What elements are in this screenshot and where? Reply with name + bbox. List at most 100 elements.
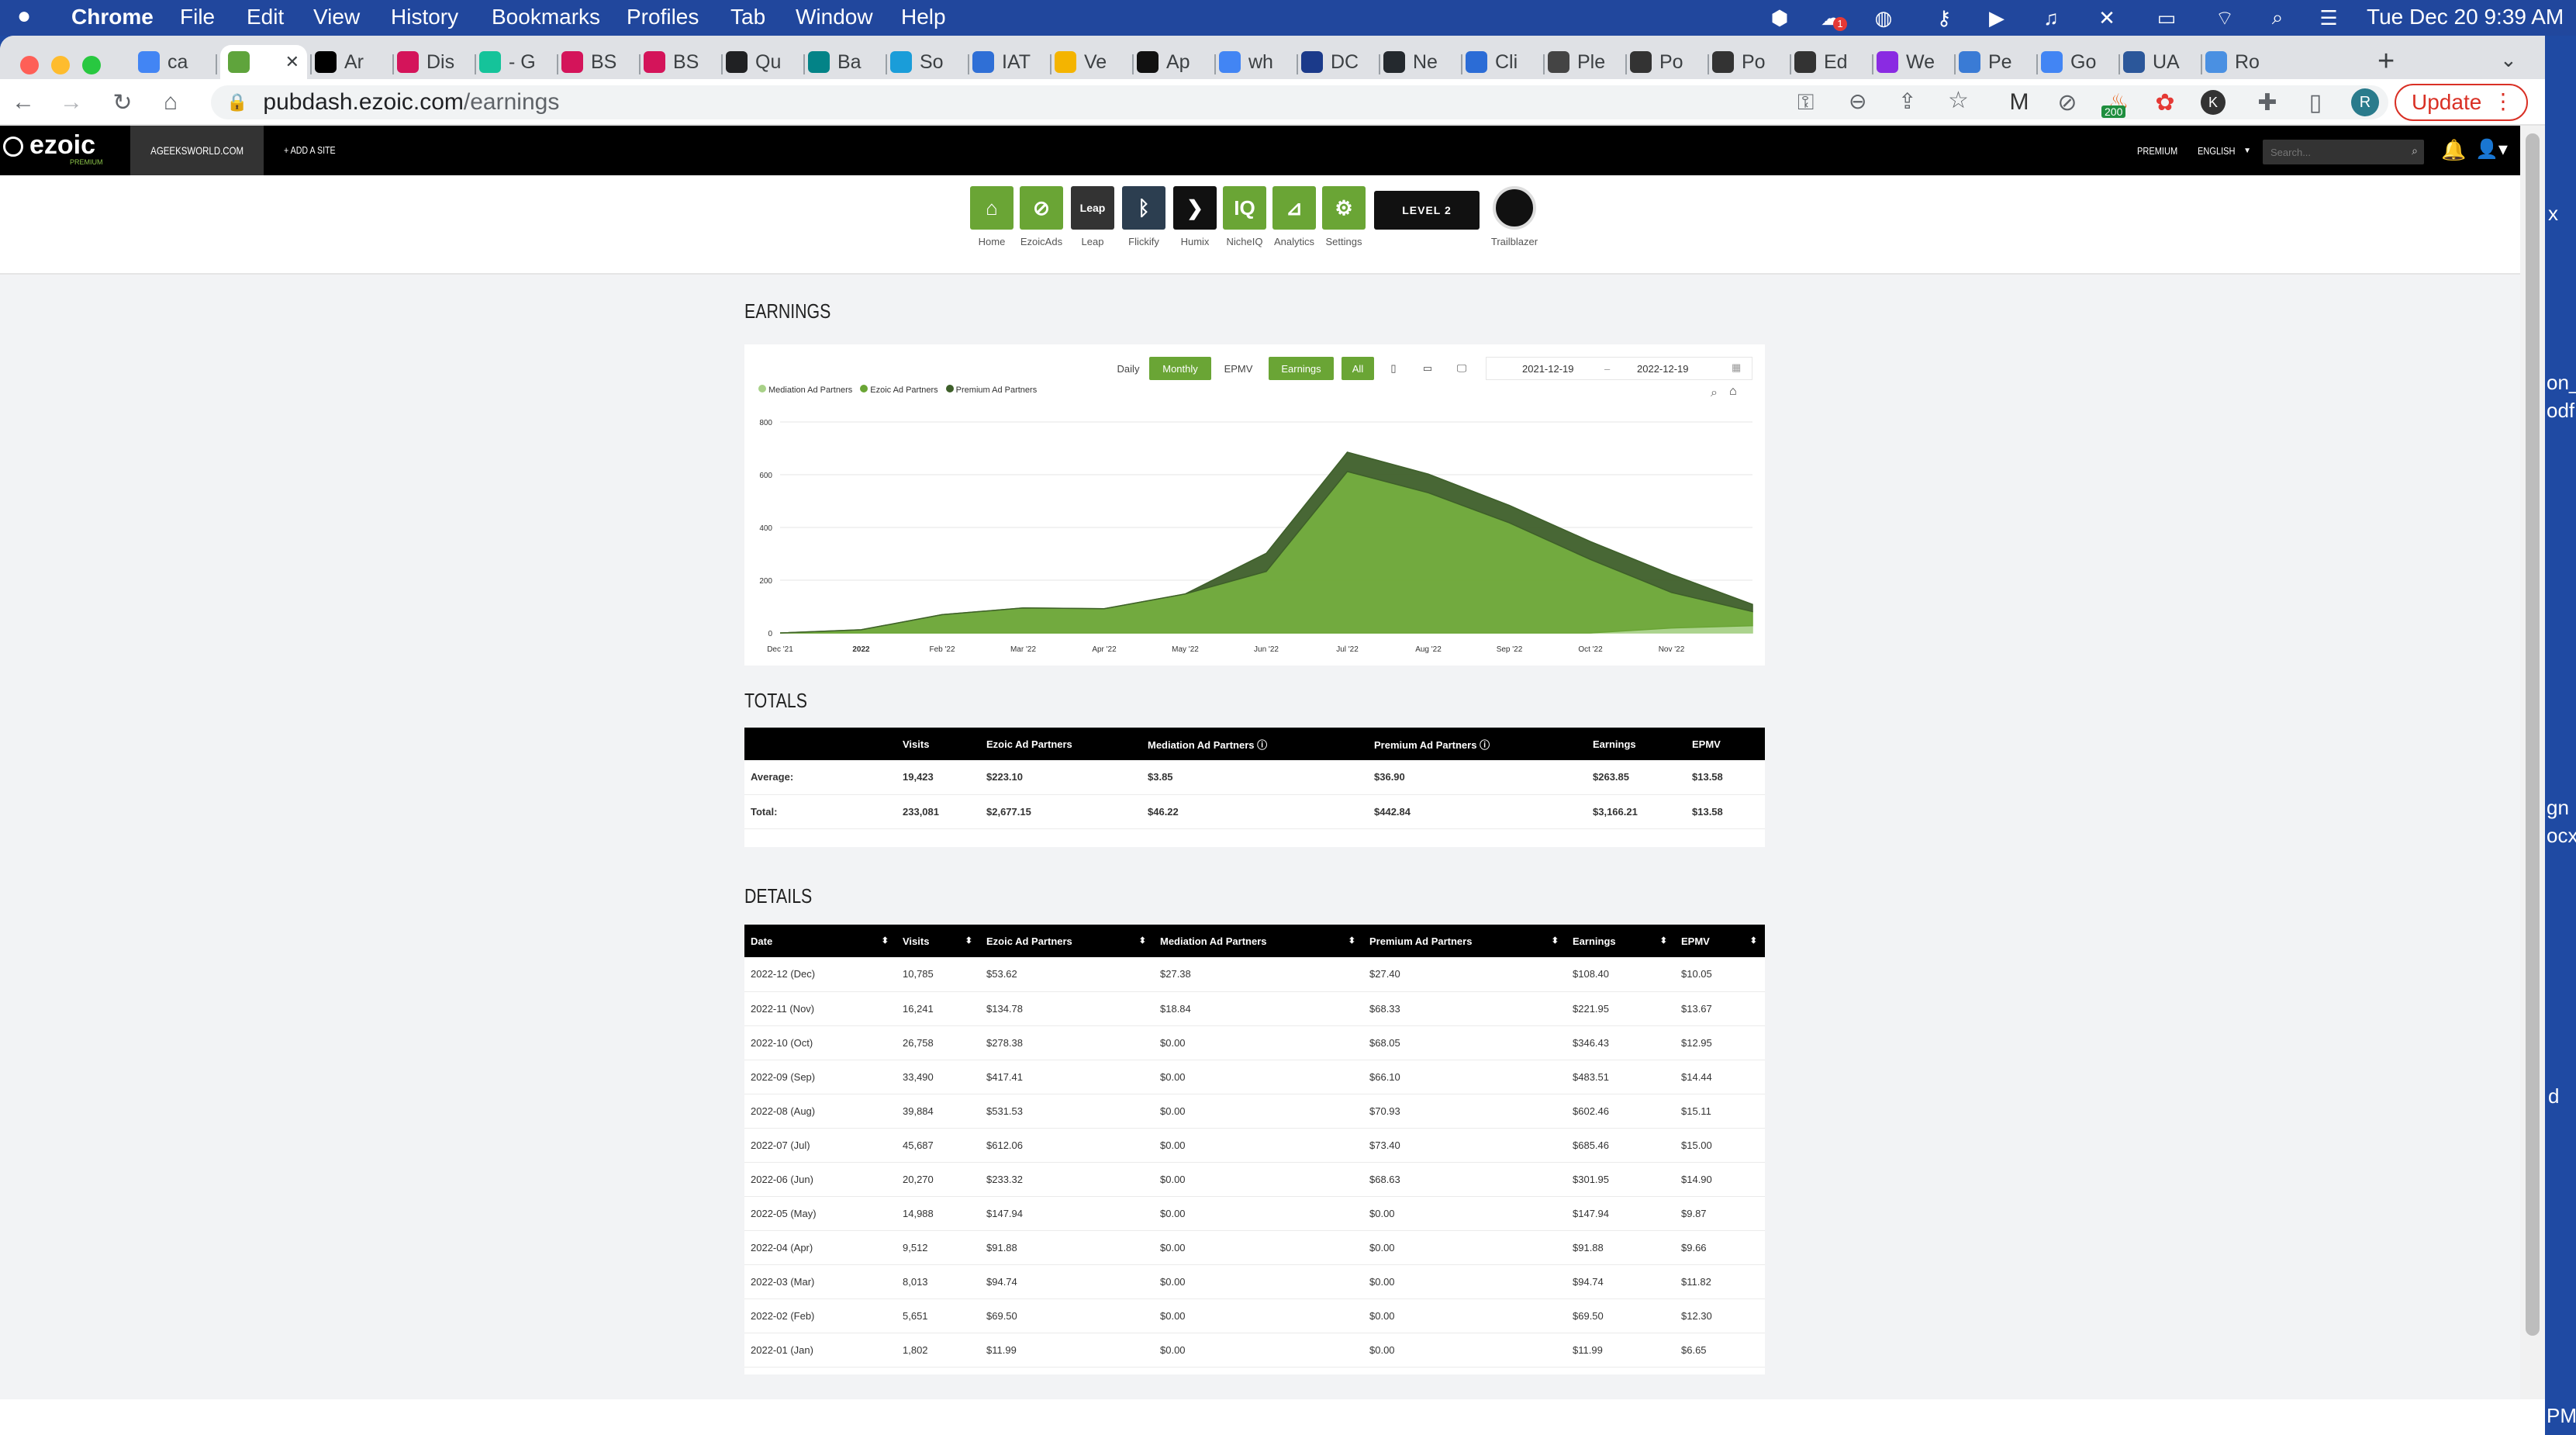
share-icon[interactable]: ⇪ (1898, 88, 1916, 114)
add-site-link[interactable]: + ADD A SITE (284, 144, 336, 156)
search-input[interactable] (2263, 140, 2402, 164)
tab[interactable]: BS (561, 45, 636, 79)
menu-profiles[interactable]: Profiles (627, 5, 699, 29)
tab-search-chevron-icon[interactable]: ⌄ (2500, 48, 2517, 72)
tab[interactable]: Qu (726, 45, 800, 79)
page-scrollbar[interactable] (2520, 126, 2545, 1399)
level-badge[interactable]: LEVEL 2 (1374, 191, 1480, 230)
details-col-header[interactable]: Ezoic Ad Partners ⬍ (980, 925, 1154, 957)
tab[interactable]: Go (2041, 45, 2115, 79)
more-menu-icon[interactable]: ⋮ (2492, 88, 2514, 114)
tab[interactable]: Ple (1548, 45, 1622, 79)
menu-tab[interactable]: Tab (730, 5, 765, 29)
wifi-icon[interactable]: ⌔ (2212, 5, 2238, 31)
menu-file[interactable]: File (180, 5, 215, 29)
tab[interactable]: Ba (808, 45, 882, 79)
details-col-header[interactable]: Earnings ⬍ (1566, 925, 1675, 957)
app-leap[interactable]: Leap Leap (1069, 186, 1117, 247)
tab[interactable]: IAT (972, 45, 1047, 79)
menu-help[interactable]: Help (901, 5, 946, 29)
tab[interactable]: So (890, 45, 965, 79)
menu-window[interactable]: Window (796, 5, 873, 29)
sort-icon[interactable]: ⬍ (1552, 935, 1559, 946)
extensions-puzzle-icon[interactable]: ✚ (2252, 87, 2283, 118)
details-col-header[interactable]: EPMV ⬍ (1675, 925, 1765, 957)
bookmark-star-icon[interactable]: ☆ (1948, 87, 1969, 114)
tab-close-icon[interactable]: ✕ (285, 52, 299, 72)
details-col-header[interactable]: Premium Ad Partners ⬍ (1363, 925, 1566, 957)
tab[interactable]: Cli (1466, 45, 1540, 79)
search-icon[interactable]: ⌕ (2412, 144, 2418, 157)
mail-extension-icon[interactable]: M (2004, 87, 2035, 118)
app-flickify[interactable]: ᛒ Flickify (1120, 186, 1168, 247)
tab[interactable]: Ne (1383, 45, 1458, 79)
tab[interactable]: Ro (2205, 45, 2280, 79)
site-selector[interactable]: AGEEKSWORLD.COM (130, 126, 264, 175)
headphones-icon[interactable]: ♫ (2038, 5, 2064, 31)
new-tab-button[interactable]: + (2377, 45, 2395, 78)
bluetooth-off-icon[interactable]: ✕ (2094, 5, 2120, 31)
tab[interactable]: Ve (1055, 45, 1129, 79)
ezoic-extension-icon[interactable]: ⊘ (2052, 87, 2083, 118)
k-extension-icon[interactable]: K (2201, 90, 2226, 115)
globe-icon[interactable]: ◍ (1870, 5, 1897, 31)
sort-icon[interactable]: ⬍ (1348, 935, 1355, 946)
bell-icon[interactable]: 🔔 (2441, 138, 2466, 162)
tab[interactable]: DC (1301, 45, 1376, 79)
tab[interactable]: - G (479, 45, 554, 79)
sort-icon[interactable]: ⬍ (1660, 935, 1667, 946)
tab[interactable]: Po (1630, 45, 1704, 79)
tab[interactable]: Ed (1794, 45, 1869, 79)
battery-icon[interactable]: ▭ (2148, 5, 2185, 31)
sort-icon[interactable]: ⬍ (1139, 935, 1146, 946)
control-center-icon[interactable]: ☰ (2315, 5, 2342, 31)
tab[interactable]: BS (644, 45, 718, 79)
app-settings[interactable]: ⚙ Settings (1320, 186, 1368, 247)
forward-button[interactable]: → (56, 87, 87, 118)
window-minimize-button[interactable] (51, 56, 70, 74)
premium-link[interactable]: PREMIUM (2137, 126, 2177, 175)
tab[interactable]: ✕ (220, 45, 307, 79)
ezoic-logo[interactable]: ezoic PREMIUM (0, 126, 129, 175)
sort-icon[interactable]: ⬍ (882, 935, 889, 946)
home-button[interactable]: ⌂ (155, 87, 186, 118)
scrollbar-thumb[interactable] (2526, 133, 2540, 1336)
apple-icon[interactable]: ● (17, 3, 31, 29)
menu-app-name[interactable]: Chrome (71, 5, 154, 29)
side-panel-icon[interactable]: ▯ (2300, 87, 2331, 118)
tab[interactable]: Ap (1137, 45, 1211, 79)
window-zoom-button[interactable] (82, 56, 101, 74)
app-analytics[interactable]: ⊿ Analytics (1270, 186, 1318, 247)
play-icon[interactable]: ▶ (1984, 5, 2010, 31)
language-select[interactable]: ENGLISH ▼ (2198, 126, 2251, 175)
tab[interactable]: We (1877, 45, 1951, 79)
reload-button[interactable]: ↻ (107, 87, 138, 118)
tab[interactable]: Dis (397, 45, 471, 79)
sort-icon[interactable]: ⬍ (1750, 935, 1757, 946)
profile-avatar[interactable]: R (2351, 88, 2379, 116)
menu-clock[interactable]: Tue Dec 20 9:39 AM (2367, 5, 2564, 29)
info-icon[interactable]: ⓘ (1476, 739, 1490, 751)
tab[interactable]: UA (2123, 45, 2198, 79)
tab[interactable]: ca (138, 45, 212, 79)
search-box[interactable]: ⌕ (2263, 140, 2424, 164)
search-icon[interactable]: ⌕ (2264, 5, 2291, 31)
seo-extension-icon[interactable]: ✿ (2150, 87, 2181, 118)
tab[interactable]: Po (1712, 45, 1787, 79)
info-icon[interactable]: ⓘ (1254, 739, 1267, 751)
tab[interactable]: wh (1219, 45, 1293, 79)
menu-view[interactable]: View (313, 5, 360, 29)
app-humix[interactable]: ❯ Humix (1171, 186, 1219, 247)
sort-icon[interactable]: ⬍ (965, 935, 972, 946)
app-home[interactable]: ⌂ Home (968, 186, 1016, 247)
details-col-header[interactable]: Mediation Ad Partners ⬍ (1154, 925, 1363, 957)
password-key-icon[interactable]: ⚿ (1797, 90, 1814, 116)
details-col-header[interactable]: Visits ⬍ (896, 925, 980, 957)
tab[interactable]: Pe (1959, 45, 2033, 79)
status-app-icon[interactable]: ⬢ (1766, 5, 1793, 31)
app-nicheiq[interactable]: IQ NicheIQ (1221, 186, 1269, 247)
details-col-header[interactable]: Date ⬍ (744, 925, 896, 957)
zoom-icon[interactable]: ⊖ (1849, 88, 1866, 114)
app-ezoicads[interactable]: ⊘ EzoicAds (1017, 186, 1065, 247)
menu-bookmarks[interactable]: Bookmarks (492, 5, 600, 29)
